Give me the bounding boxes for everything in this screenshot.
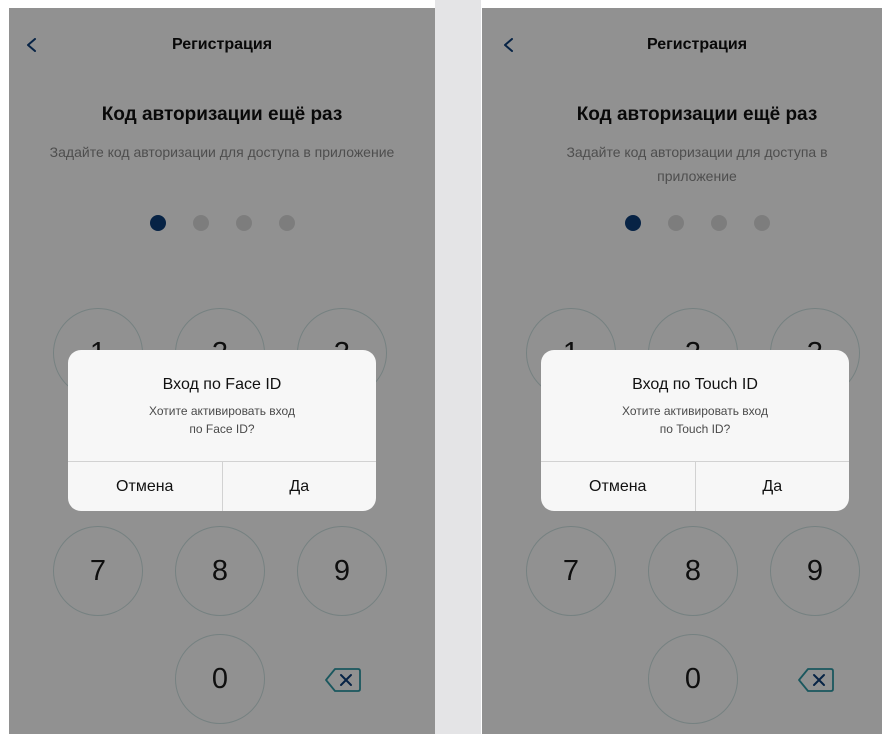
dialog-message-line: по Touch ID?	[659, 422, 731, 436]
dialog-message: Хотите активировать вход по Face ID?	[88, 402, 356, 438]
dialog-title: Вход по Touch ID	[632, 376, 758, 393]
confirm-button[interactable]: Да	[221, 462, 377, 511]
screen-touch-id: Регистрация Код авторизации ещё раз Зада…	[482, 8, 882, 734]
face-id-dialog: Вход по Face ID Хотите активировать вход…	[68, 350, 376, 511]
dialog-message-line: Хотите активировать вход	[622, 404, 768, 418]
dialog-message-line: по Face ID?	[189, 422, 255, 436]
cancel-button[interactable]: Отмена	[68, 462, 222, 511]
dialog-actions: Отмена Да	[541, 461, 849, 511]
dialog-title: Вход по Face ID	[162, 376, 282, 393]
touch-id-dialog: Вход по Touch ID Хотите активировать вхо…	[541, 350, 849, 511]
dialog-actions: Отмена Да	[68, 461, 376, 511]
dialog-message-line: Хотите активировать вход	[149, 404, 295, 418]
screen-divider	[435, 0, 481, 734]
dialog-message: Хотите активировать вход по Touch ID?	[561, 402, 829, 438]
confirm-button[interactable]: Да	[694, 462, 850, 511]
screen-face-id: Регистрация Код авторизации ещё раз Зада…	[9, 8, 435, 734]
cancel-button[interactable]: Отмена	[541, 462, 695, 511]
